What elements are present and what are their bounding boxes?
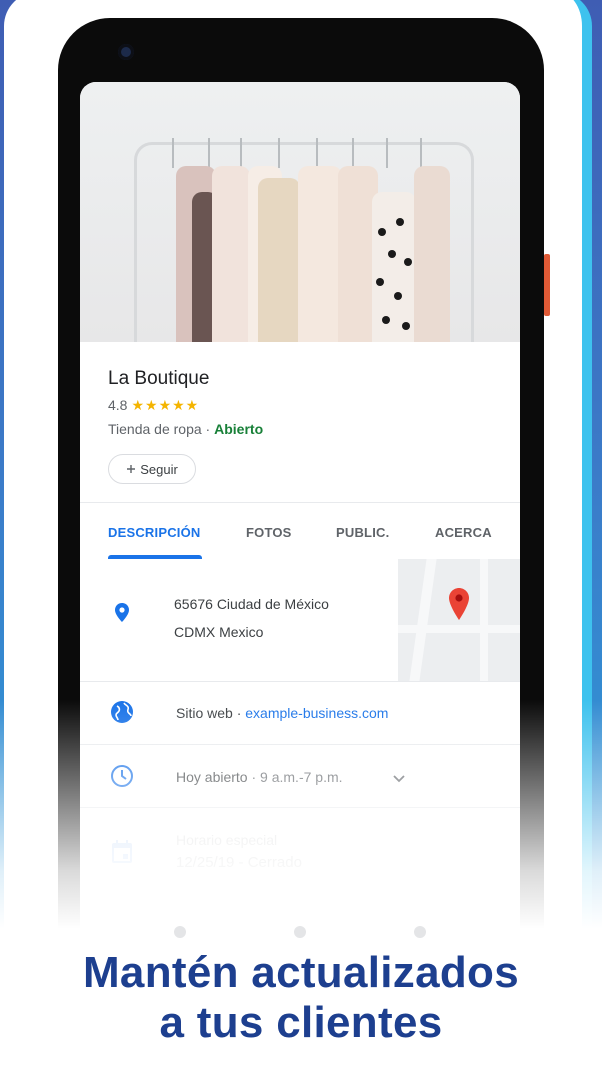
phone-screen: La Boutique 4.8 ★★★★★ Tienda de ropa · Ab…: [80, 82, 520, 1012]
separator-dot: ·: [247, 769, 261, 785]
separator-dot: ·: [232, 705, 246, 721]
map-road: [409, 559, 437, 681]
headline-line-1: Mantén actualizados: [82, 948, 519, 997]
hanger: [240, 138, 242, 168]
business-info-panel: La Boutique 4.8 ★★★★★ Tienda de ropa · Ab…: [80, 342, 520, 502]
business-photo[interactable]: [80, 82, 520, 368]
business-category: Tienda de ropa: [108, 421, 202, 437]
special-hours-row[interactable]: Horario especial 12/25/19 - Cerrado: [80, 808, 520, 898]
hanger: [386, 138, 388, 168]
garment: [298, 166, 342, 342]
hanger: [352, 138, 354, 168]
map-road: [480, 559, 488, 681]
phone-side-button: [544, 254, 550, 316]
tab-bar: DESCRIPCIÓN FOTOS PUBLIC. ACERCA: [80, 502, 520, 560]
special-hours-value: 12/25/19 - Cerrado: [176, 854, 302, 871]
hanger: [420, 138, 422, 168]
hanger: [316, 138, 318, 168]
globe-icon: [108, 698, 136, 726]
special-hours-label: Horario especial: [176, 832, 278, 848]
home-nav-icon[interactable]: [294, 926, 306, 938]
promo-headline: Mantén actualizados a tus clientes: [0, 948, 602, 1048]
follow-button[interactable]: Seguir: [108, 454, 196, 484]
address-line-2: CDMX Mexico: [174, 624, 264, 640]
website-label: Sitio web: [176, 705, 233, 721]
hours-text: Hoy abierto · 9 a.m.-7 p.m.: [176, 769, 343, 785]
tab-acerca[interactable]: ACERCA: [435, 525, 492, 540]
back-nav-icon[interactable]: [174, 926, 186, 938]
map-marker-icon: [448, 587, 470, 626]
hanger: [278, 138, 280, 168]
follow-label: Seguir: [140, 461, 178, 477]
map-road: [398, 625, 520, 633]
map-thumbnail[interactable]: [398, 559, 520, 681]
address-line-1: 65676 Ciudad de México: [174, 596, 329, 612]
open-status: Abierto: [214, 421, 264, 437]
tab-descripcion[interactable]: DESCRIPCIÓN: [108, 525, 201, 540]
separator-dot: ·: [201, 421, 215, 437]
front-camera: [118, 44, 134, 60]
business-name: La Boutique: [108, 368, 210, 389]
hanger: [172, 138, 174, 168]
plus-icon: [126, 462, 136, 477]
location-pin-icon: [108, 599, 136, 627]
tab-public[interactable]: PUBLIC.: [336, 525, 389, 540]
chevron-down-icon[interactable]: [392, 771, 406, 789]
headline-line-2: a tus clientes: [159, 998, 443, 1047]
recents-nav-icon[interactable]: [414, 926, 426, 938]
hours-value: 9 a.m.-7 p.m.: [260, 769, 343, 785]
garment: [258, 178, 300, 354]
hours-label: Hoy abierto: [176, 769, 248, 785]
garment: [212, 166, 250, 342]
business-rating: 4.8 ★★★★★: [108, 397, 199, 414]
rating-value: 4.8: [108, 397, 128, 413]
website-text: Sitio web · example-business.com: [176, 705, 388, 721]
business-category-status: Tienda de ropa · Abierto: [108, 421, 263, 437]
hanger: [208, 138, 210, 168]
garment: [414, 166, 450, 342]
system-nav-bar: [0, 926, 602, 940]
address-row[interactable]: 65676 Ciudad de México CDMX Mexico: [80, 559, 520, 682]
website-link[interactable]: example-business.com: [245, 705, 388, 721]
clock-icon: [108, 762, 136, 790]
rating-stars: ★★★★★: [131, 397, 200, 413]
calendar-icon: [108, 838, 136, 866]
tab-fotos[interactable]: FOTOS: [246, 525, 292, 540]
hours-row[interactable]: Hoy abierto · 9 a.m.-7 p.m.: [80, 745, 520, 808]
website-row[interactable]: Sitio web · example-business.com: [80, 682, 520, 745]
